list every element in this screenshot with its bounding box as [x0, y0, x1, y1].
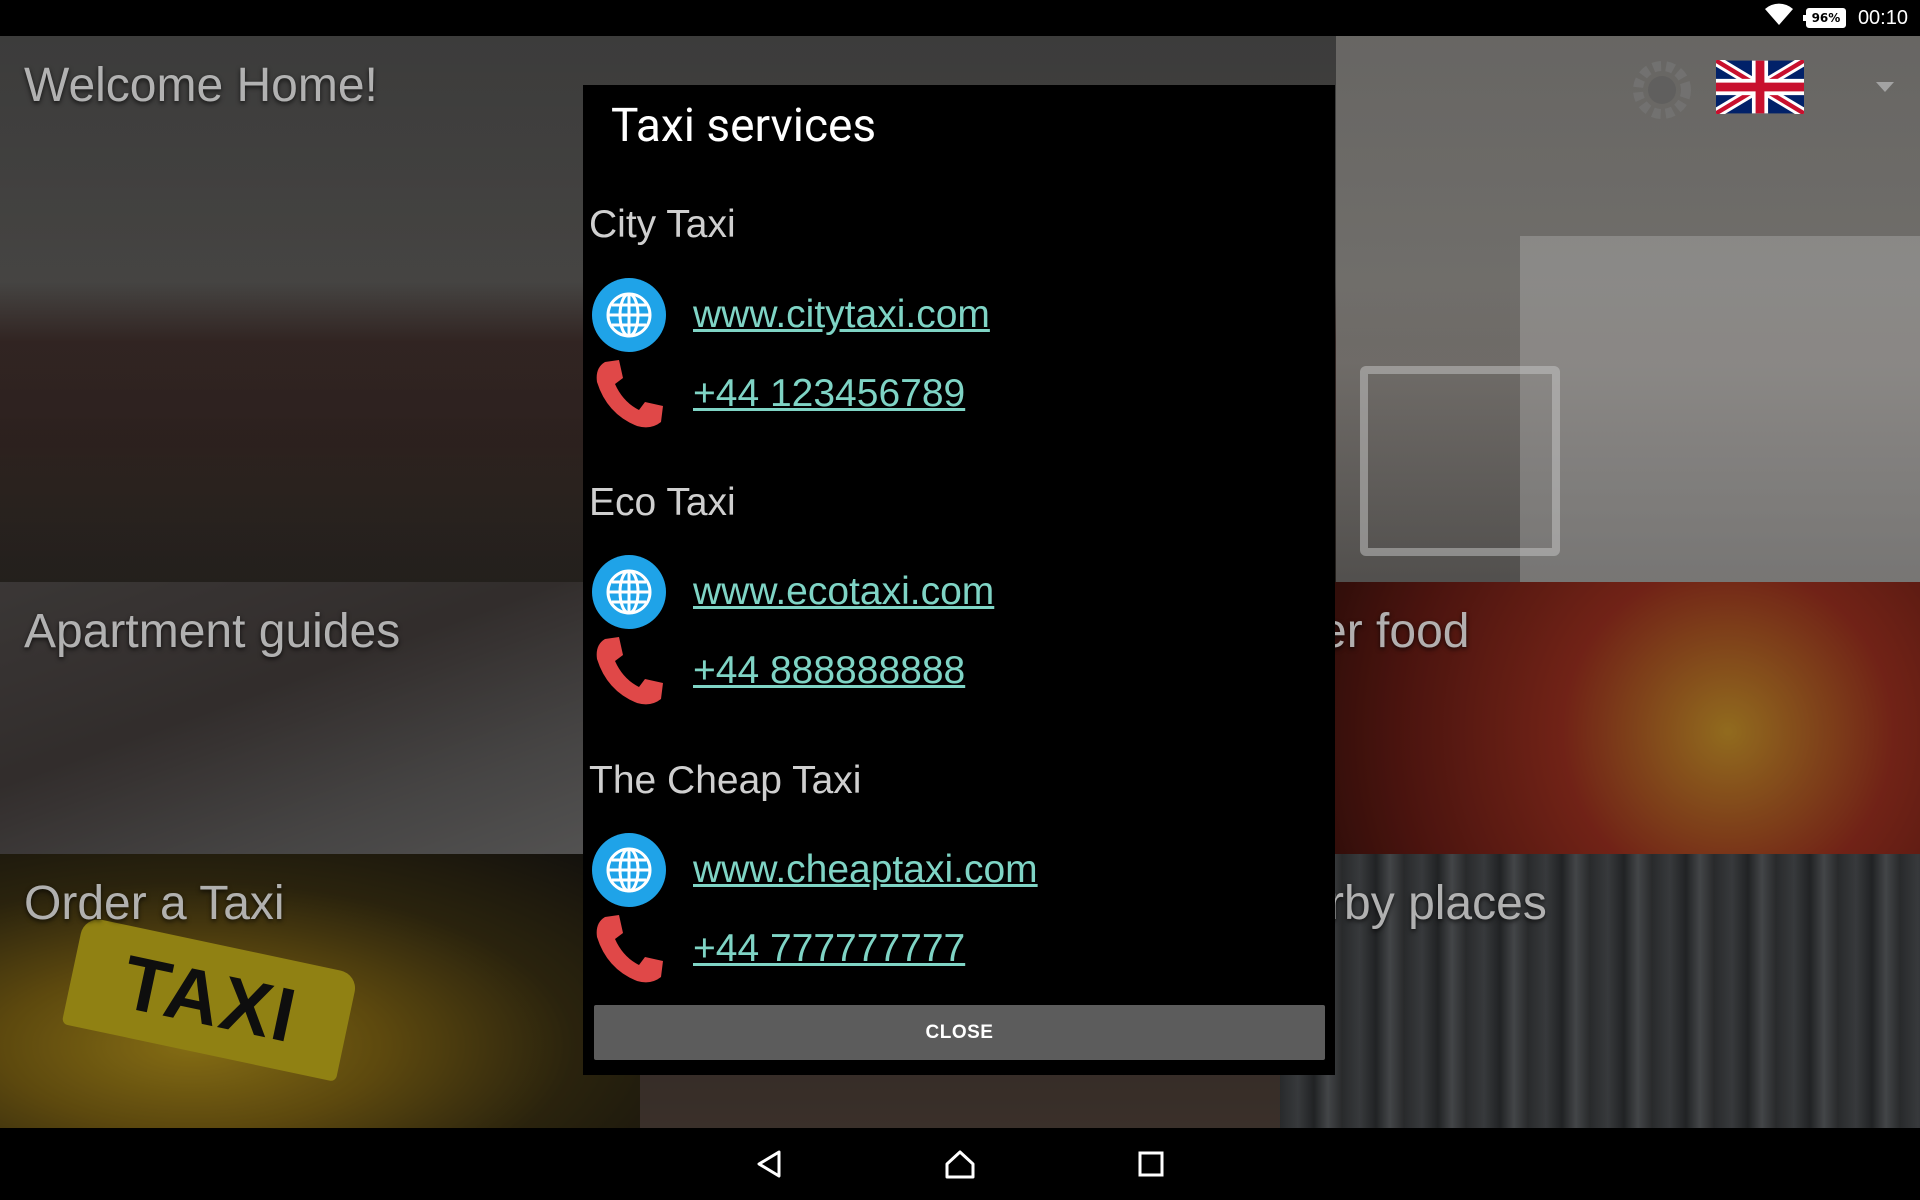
phone-icon[interactable] — [589, 909, 669, 989]
service-name: Eco Taxi — [589, 481, 736, 524]
phone-icon[interactable] — [589, 631, 669, 711]
navigation-bar — [0, 1128, 1920, 1200]
order-food-tile[interactable]: Order food — [1280, 582, 1920, 854]
taxi-services-dialog: Taxi services City Taxi www.citytaxi.com — [583, 85, 1335, 1075]
phone-link[interactable]: +44 888888888 — [693, 649, 965, 693]
globe-icon[interactable] — [589, 552, 669, 632]
wifi-icon — [1764, 3, 1794, 33]
order-taxi-label: Order a Taxi — [24, 877, 285, 930]
order-taxi-tile[interactable]: TAXI Order a Taxi — [0, 854, 640, 1128]
home-icon[interactable] — [938, 1142, 982, 1186]
service-eco-taxi: Eco Taxi www.ecotaxi.com +44 888888888 — [589, 481, 1329, 705]
globe-icon[interactable] — [589, 275, 669, 355]
battery-icon: 96% — [1802, 8, 1846, 28]
website-row[interactable]: www.citytaxi.com — [589, 275, 990, 355]
uk-flag-icon[interactable] — [1713, 56, 1807, 118]
welcome-title: Welcome Home! — [24, 59, 378, 112]
website-row[interactable]: www.cheaptaxi.com — [589, 830, 1038, 910]
website-link[interactable]: www.ecotaxi.com — [693, 570, 994, 614]
website-link[interactable]: www.citytaxi.com — [693, 293, 990, 337]
service-name: The Cheap Taxi — [589, 759, 862, 802]
settings-icon[interactable] — [1632, 60, 1692, 120]
phone-link[interactable]: +44 777777777 — [693, 927, 965, 971]
back-icon[interactable] — [747, 1142, 791, 1186]
website-row[interactable]: www.ecotaxi.com — [589, 552, 994, 632]
service-name: City Taxi — [589, 203, 736, 246]
chair-photo — [1360, 366, 1560, 556]
clock: 00:10 — [1857, 6, 1908, 29]
status-bar: 96% 00:10 — [0, 0, 1920, 36]
language-dropdown-icon[interactable] — [1876, 82, 1894, 92]
apartment-guides-tile[interactable]: Apartment guides — [0, 582, 640, 854]
website-link[interactable]: www.cheaptaxi.com — [693, 848, 1038, 892]
service-city-taxi: City Taxi www.citytaxi.com +44 123456789 — [589, 203, 1329, 428]
dialog-title: Taxi services — [611, 99, 877, 153]
status-indicators: 96% 00:10 — [1764, 0, 1908, 36]
phone-link[interactable]: +44 123456789 — [693, 372, 965, 416]
phone-icon[interactable] — [589, 354, 669, 434]
phone-row[interactable]: +44 777777777 — [589, 909, 965, 989]
close-button[interactable]: CLOSE — [594, 1005, 1325, 1060]
recents-icon[interactable] — [1129, 1142, 1173, 1186]
globe-icon[interactable] — [589, 830, 669, 910]
phone-row[interactable]: +44 888888888 — [589, 631, 965, 711]
taxi-sign-image: TAXI — [61, 916, 359, 1082]
nearby-places-tile[interactable]: Nearby places — [1280, 854, 1920, 1128]
phone-row[interactable]: +44 123456789 — [589, 354, 965, 434]
service-cheap-taxi: The Cheap Taxi www.cheaptaxi.com +44 777… — [589, 759, 1329, 983]
dresser-photo — [1520, 236, 1920, 582]
apartment-guides-label: Apartment guides — [24, 605, 401, 658]
